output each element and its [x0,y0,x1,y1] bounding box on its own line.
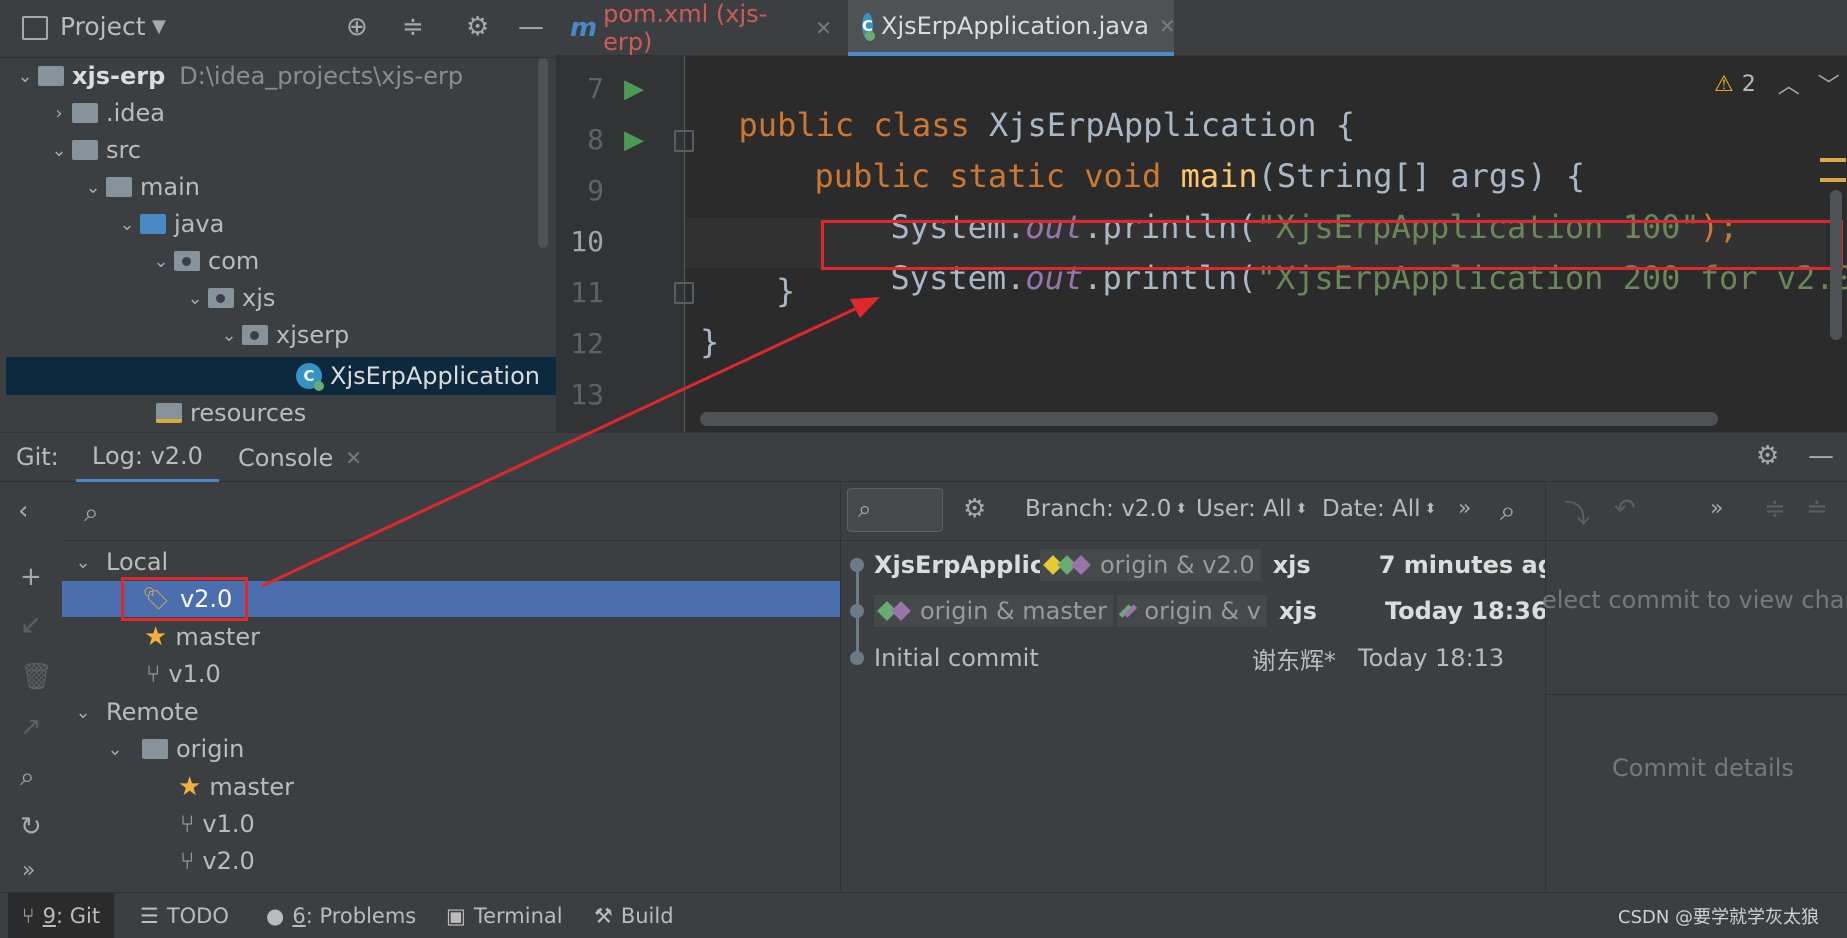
status-label: : Problems [305,904,417,928]
status-git[interactable]: ⑂ 9: Git [8,893,115,938]
status-todo[interactable]: ☰ TODO [140,893,229,938]
status-terminal[interactable]: ▣ Terminal [446,893,563,938]
statusbar: ⑂ 9: Git ☰ TODO ● 6: Problems ▣ Terminal… [0,892,1847,938]
hammer-icon: ⚒ [594,904,613,928]
status-problems[interactable]: ● 6: Problems [266,893,416,938]
annotation-arrow [261,297,880,588]
status-build[interactable]: ⚒ Build [594,893,674,938]
status-label: TODO [166,904,229,928]
status-label: Build [620,904,674,928]
info-icon: ● [266,904,285,928]
watermark: CSDN @要学就学灰太狼 [1618,907,1820,928]
arrow-head [850,297,880,318]
list-icon: ☰ [140,904,159,928]
status-label: Terminal [473,904,563,928]
arrow-line [261,300,871,588]
status-num: 6 [292,904,306,928]
status-label: : Git [55,904,101,928]
status-num: 9 [42,904,56,928]
terminal-icon: ▣ [446,904,466,928]
branch-icon: ⑂ [22,904,35,928]
